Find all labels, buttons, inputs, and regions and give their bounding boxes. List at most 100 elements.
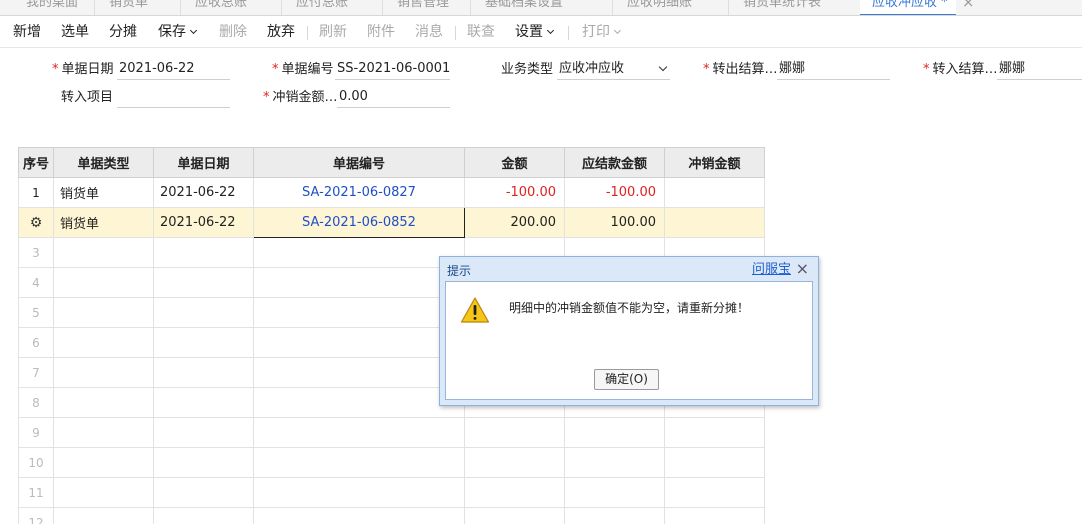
empty-cell[interactable] bbox=[464, 417, 565, 448]
ok-button[interactable]: 确定(O) bbox=[594, 369, 659, 390]
tab-close-icon[interactable]: × bbox=[962, 0, 975, 13]
empty-cell[interactable] bbox=[53, 477, 154, 508]
tab-base-archive[interactable]: 基础档案设置 bbox=[470, 0, 563, 15]
row-doc-date[interactable]: 2021-06-22 bbox=[153, 177, 254, 208]
col-header-doc-date[interactable]: 单据日期 bbox=[153, 147, 254, 178]
empty-cell[interactable] bbox=[53, 297, 154, 328]
col-header-amount[interactable]: 金额 bbox=[464, 147, 565, 178]
col-header-seq[interactable]: 序号 bbox=[18, 147, 54, 178]
empty-cell[interactable] bbox=[464, 447, 565, 478]
row-due-amount[interactable]: 100.00 bbox=[564, 207, 665, 238]
tab-ar-ledger[interactable]: 应收总账 bbox=[180, 0, 247, 15]
empty-cell[interactable] bbox=[153, 327, 254, 358]
empty-cell[interactable] bbox=[153, 237, 254, 268]
empty-cell[interactable] bbox=[464, 507, 565, 524]
tab-ar-offset[interactable]: 应收冲应收 * bbox=[860, 0, 956, 15]
row-offset-amount[interactable] bbox=[664, 207, 765, 238]
row-doc-code-link[interactable]: SA-2021-06-0852 bbox=[253, 207, 465, 238]
empty-cell[interactable] bbox=[153, 267, 254, 298]
tab-sales-stats[interactable]: 销货单统计表 bbox=[728, 0, 821, 15]
out-settle-field[interactable]: 娜娜 bbox=[777, 58, 890, 80]
message-button[interactable]: 消息 bbox=[415, 24, 443, 40]
table-row-empty[interactable]: 11 bbox=[18, 477, 765, 508]
empty-cell[interactable] bbox=[564, 477, 665, 508]
empty-cell[interactable] bbox=[53, 387, 154, 418]
dialog-help-link[interactable]: 问服宝 bbox=[752, 262, 791, 278]
print-dropdown[interactable]: 打印 bbox=[582, 24, 622, 40]
table-row-empty[interactable]: 9 bbox=[18, 417, 765, 448]
empty-cell[interactable] bbox=[153, 417, 254, 448]
table-row-empty[interactable]: 12 bbox=[18, 507, 765, 524]
row-settings-icon[interactable]: ⚙ bbox=[30, 215, 43, 231]
row-due-amount[interactable]: -100.00 bbox=[564, 177, 665, 208]
code-field[interactable]: SS-2021-06-0001 bbox=[335, 58, 450, 80]
settings-dropdown[interactable]: 设置 bbox=[515, 24, 555, 40]
delete-button[interactable]: 删除 bbox=[219, 24, 247, 40]
date-field[interactable]: 2021-06-22 bbox=[117, 58, 230, 80]
new-button[interactable]: 新增 bbox=[13, 24, 41, 40]
offset-amount-field[interactable]: 0.00 bbox=[337, 86, 450, 108]
biz-type-select[interactable]: 应收冲应收 bbox=[557, 58, 670, 80]
dialog-close-icon[interactable]: × bbox=[796, 260, 809, 278]
empty-cell[interactable] bbox=[253, 357, 465, 388]
empty-cell[interactable] bbox=[53, 417, 154, 448]
tab-desktop[interactable]: 我的桌面 bbox=[26, 0, 78, 15]
empty-cell[interactable] bbox=[53, 327, 154, 358]
attach-button[interactable]: 附件 bbox=[367, 24, 395, 40]
table-row[interactable]: ⚙ 销货单 2021-06-22 SA-2021-06-0852 200.00 … bbox=[18, 207, 765, 238]
row-amount[interactable]: -100.00 bbox=[464, 177, 565, 208]
row-doc-type[interactable]: 销货单 bbox=[53, 177, 154, 208]
row-doc-type[interactable]: 销货单 bbox=[53, 207, 154, 238]
empty-cell[interactable] bbox=[464, 477, 565, 508]
empty-cell[interactable] bbox=[153, 477, 254, 508]
empty-cell[interactable] bbox=[564, 507, 665, 524]
empty-cell[interactable] bbox=[253, 417, 465, 448]
in-settle-field[interactable]: 娜娜 bbox=[997, 58, 1082, 80]
table-row-empty[interactable]: 10 bbox=[18, 447, 765, 478]
empty-cell[interactable] bbox=[53, 357, 154, 388]
empty-cell[interactable] bbox=[53, 507, 154, 524]
empty-cell[interactable] bbox=[153, 297, 254, 328]
empty-cell[interactable] bbox=[253, 327, 465, 358]
discard-button[interactable]: 放弃 bbox=[267, 24, 295, 40]
row-settings-cell[interactable]: ⚙ bbox=[18, 207, 54, 238]
empty-cell[interactable] bbox=[253, 387, 465, 418]
empty-cell[interactable] bbox=[253, 477, 465, 508]
tab-ap-ledger[interactable]: 应付总账 bbox=[281, 0, 348, 15]
empty-cell[interactable] bbox=[253, 447, 465, 478]
select-button[interactable]: 选单 bbox=[61, 24, 89, 40]
row-amount[interactable]: 200.00 bbox=[464, 207, 565, 238]
empty-cell[interactable] bbox=[153, 357, 254, 388]
col-header-offset-amount[interactable]: 冲销金额 bbox=[664, 147, 765, 178]
empty-cell[interactable] bbox=[253, 267, 465, 298]
empty-cell[interactable] bbox=[253, 297, 465, 328]
row-doc-date[interactable]: 2021-06-22 bbox=[153, 207, 254, 238]
empty-cell[interactable] bbox=[53, 447, 154, 478]
empty-cell[interactable] bbox=[153, 447, 254, 478]
col-header-doc-code[interactable]: 单据编号 bbox=[253, 147, 465, 178]
allocate-button[interactable]: 分摊 bbox=[109, 24, 137, 40]
tab-sales-order[interactable]: 销货单 bbox=[94, 0, 148, 15]
tab-sales-mgmt[interactable]: 销售管理 bbox=[382, 0, 449, 15]
empty-cell[interactable] bbox=[53, 267, 154, 298]
empty-cell[interactable] bbox=[153, 507, 254, 524]
empty-cell[interactable] bbox=[664, 477, 765, 508]
empty-cell[interactable] bbox=[564, 447, 665, 478]
tab-ar-detail[interactable]: 应收明细账 bbox=[612, 0, 692, 15]
empty-cell[interactable] bbox=[253, 237, 465, 268]
in-project-field[interactable] bbox=[117, 86, 230, 108]
refresh-button[interactable]: 刷新 bbox=[319, 24, 347, 40]
col-header-doc-type[interactable]: 单据类型 bbox=[53, 147, 154, 178]
row-doc-code-link[interactable]: SA-2021-06-0827 bbox=[253, 177, 465, 208]
query-button[interactable]: 联查 bbox=[467, 24, 495, 40]
empty-cell[interactable] bbox=[253, 507, 465, 524]
empty-cell[interactable] bbox=[53, 237, 154, 268]
empty-cell[interactable] bbox=[664, 417, 765, 448]
col-header-due-amount[interactable]: 应结款金额 bbox=[564, 147, 665, 178]
empty-cell[interactable] bbox=[664, 507, 765, 524]
empty-cell[interactable] bbox=[153, 387, 254, 418]
empty-cell[interactable] bbox=[564, 417, 665, 448]
table-row[interactable]: 1 销货单 2021-06-22 SA-2021-06-0827 -100.00… bbox=[18, 177, 765, 208]
empty-cell[interactable] bbox=[664, 447, 765, 478]
save-dropdown[interactable]: 保存 bbox=[158, 24, 198, 40]
